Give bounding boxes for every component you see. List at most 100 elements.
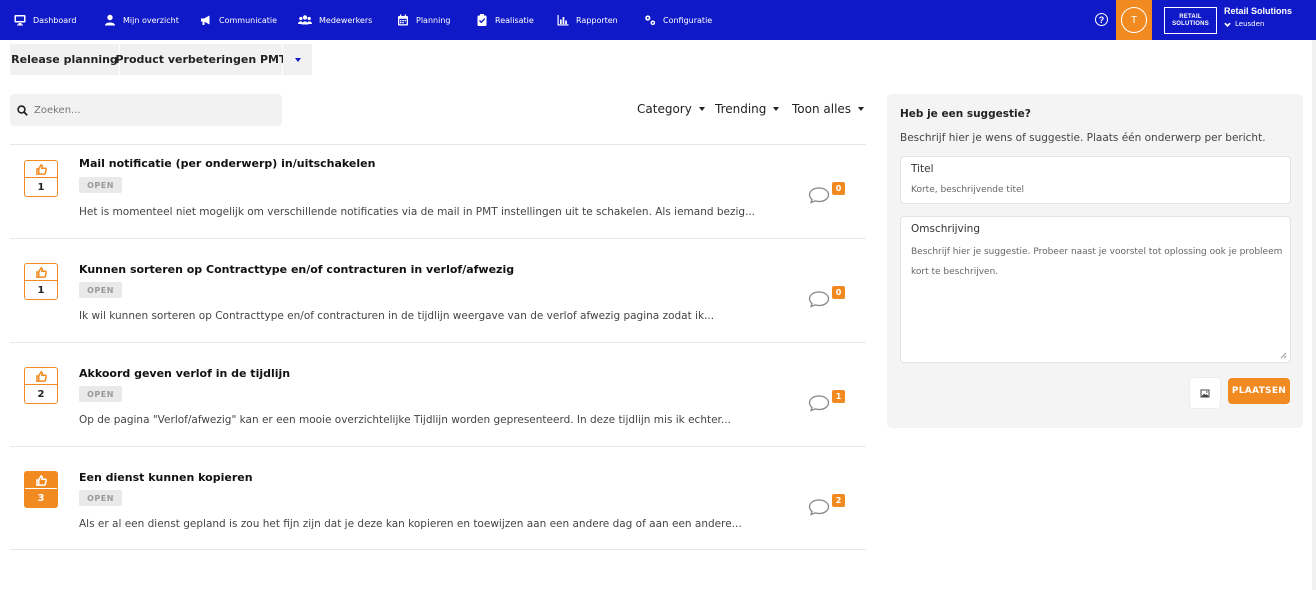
upvote-button[interactable]: 3 <box>24 471 58 508</box>
company-name: Retail Solutions <box>1224 6 1293 16</box>
chevron-down-icon <box>1224 22 1231 27</box>
megaphone-icon <box>201 15 210 25</box>
company-switcher[interactable]: Retail Solutions Leusden <box>1224 6 1292 28</box>
comment-icon <box>808 499 830 516</box>
description-textarea[interactable] <box>911 242 1286 352</box>
comments-button[interactable]: 0 <box>808 285 848 309</box>
thumbs-up-icon <box>35 370 47 382</box>
breadcrumb-product-verbeteringen[interactable]: Product verbeteringen PMT <box>116 44 287 75</box>
breadcrumb-label: Product verbeteringen PMT <box>115 53 287 66</box>
nav-label: Configuratie <box>663 15 713 25</box>
nav-realisatie[interactable]: Realisatie <box>476 0 534 40</box>
comment-count-badge: 0 <box>832 286 845 299</box>
bar-chart-icon <box>557 15 569 26</box>
title-label: Titel <box>911 163 934 175</box>
help-icon[interactable]: ? <box>1095 13 1108 26</box>
upvote-button[interactable]: 1 <box>24 263 58 300</box>
user-icon <box>105 14 115 26</box>
breadcrumb-release-planning[interactable]: Release planning <box>10 44 119 75</box>
filter-category[interactable]: Category <box>637 101 705 117</box>
filter-toon-alles[interactable]: Toon alles <box>792 101 865 117</box>
item-description: Op de pagina "Verlof/afwezig" kan er een… <box>79 414 731 426</box>
retail-solutions-logo: RETAIL SOLUTIONS <box>1164 7 1217 34</box>
avatar: T <box>1121 7 1147 33</box>
avatar-initial: T <box>1130 14 1138 26</box>
status-badge: OPEN <box>79 386 122 402</box>
suggestion-panel: Heb je een suggestie? Beschrijf hier je … <box>887 94 1303 428</box>
title-input[interactable] <box>911 183 1281 197</box>
resize-handle-icon[interactable] <box>1279 351 1287 359</box>
vote-count: 3 <box>37 492 45 504</box>
item-title[interactable]: Mail notificatie (per onderwerp) in/uits… <box>79 157 375 170</box>
filter-label: Toon alles <box>792 102 852 116</box>
logo-line-2: SOLUTIONS <box>1172 20 1209 27</box>
comment-icon <box>808 187 830 204</box>
item-title[interactable]: Een dienst kunnen kopieren <box>79 471 253 484</box>
nav-medewerkers[interactable]: Medewerkers <box>298 0 372 40</box>
thumb-area <box>25 368 57 385</box>
nav-label: Mijn overzicht <box>123 15 179 25</box>
monitor-icon <box>14 15 26 26</box>
comments-button[interactable]: 1 <box>808 389 848 413</box>
nav-rapporten[interactable]: Rapporten <box>557 0 618 40</box>
nav-configuratie[interactable]: Configuratie <box>644 0 712 40</box>
nav-label: Rapporten <box>576 15 618 25</box>
user-menu[interactable]: T <box>1116 0 1152 40</box>
thumb-area <box>25 264 57 281</box>
item-description: Als er al een dienst gepland is zou het … <box>79 518 742 530</box>
upvote-button[interactable]: 2 <box>24 367 58 404</box>
nav-communicatie[interactable]: Communicatie <box>200 0 277 40</box>
item-description: Het is momenteel niet mogelijk om versch… <box>79 206 756 218</box>
logo-line-1: RETAIL <box>1179 13 1202 20</box>
breadcrumb-label: Release planning <box>11 53 118 66</box>
thumb-area <box>25 161 57 178</box>
nav-planning[interactable]: Planning <box>397 0 450 40</box>
thumbs-up-icon <box>35 163 47 175</box>
caret-down-icon <box>294 57 301 62</box>
title-field[interactable]: Titel <box>900 156 1291 204</box>
item-title[interactable]: Akkoord geven verlof in de tijdlijn <box>79 367 290 380</box>
vote-count: 1 <box>37 284 45 296</box>
page-scrollbar[interactable] <box>1312 40 1316 590</box>
comment-icon <box>808 395 830 412</box>
calendar-icon <box>398 14 408 26</box>
submit-button[interactable]: PLAATSEN <box>1228 378 1290 404</box>
description-field[interactable]: Omschrijving <box>900 216 1291 363</box>
status-badge: OPEN <box>79 490 122 506</box>
users-icon <box>298 15 312 25</box>
nav-label: Medewerkers <box>319 15 373 25</box>
filter-label: Category <box>637 102 692 116</box>
comment-icon <box>808 291 830 308</box>
caret-down-icon <box>858 107 865 111</box>
nav-dashboard[interactable]: Dashboard <box>14 0 76 40</box>
search-box <box>10 94 282 126</box>
list-item[interactable]: 1 Mail notificatie (per onderwerp) in/ui… <box>10 144 866 248</box>
thumbs-up-icon <box>35 474 47 486</box>
filter-trending[interactable]: Trending <box>715 101 780 117</box>
comments-button[interactable]: 2 <box>808 493 848 517</box>
item-title[interactable]: Kunnen sorteren op Contracttype en/of co… <box>79 263 514 276</box>
thumb-area <box>25 472 57 489</box>
clipboard-icon <box>477 14 487 26</box>
caret-down-icon <box>773 107 780 111</box>
cogs-icon <box>645 15 656 26</box>
status-badge: OPEN <box>79 282 122 298</box>
comments-button[interactable]: 0 <box>808 181 848 205</box>
list-item[interactable]: 1 Kunnen sorteren op Contracttype en/of … <box>10 238 866 342</box>
item-description: Ik wil kunnen sorteren op Contracttype e… <box>79 310 715 322</box>
list-item[interactable]: 2 Akkoord geven verlof in de tijdlijn OP… <box>10 342 866 446</box>
add-image-button[interactable] <box>1190 378 1220 408</box>
top-navigation: Dashboard Mijn overzicht Communicatie Me… <box>0 0 1316 40</box>
nav-mijn-overzicht[interactable]: Mijn overzicht <box>104 0 179 40</box>
breadcrumb-dropdown-button[interactable] <box>283 44 312 75</box>
filter-label: Trending <box>715 102 767 116</box>
vote-count: 1 <box>37 181 45 193</box>
list-item[interactable]: 3 Een dienst kunnen kopieren OPEN Als er… <box>10 446 866 550</box>
upvote-button[interactable]: 1 <box>24 160 58 197</box>
thumbs-up-icon <box>35 266 47 278</box>
company-location-label: Leusden <box>1235 20 1265 28</box>
comment-count-badge: 0 <box>832 182 845 195</box>
panel-intro: Beschrijf hier je wens of suggestie. Pla… <box>900 132 1266 144</box>
nav-label: Realisatie <box>495 15 534 25</box>
search-input[interactable] <box>34 94 274 126</box>
